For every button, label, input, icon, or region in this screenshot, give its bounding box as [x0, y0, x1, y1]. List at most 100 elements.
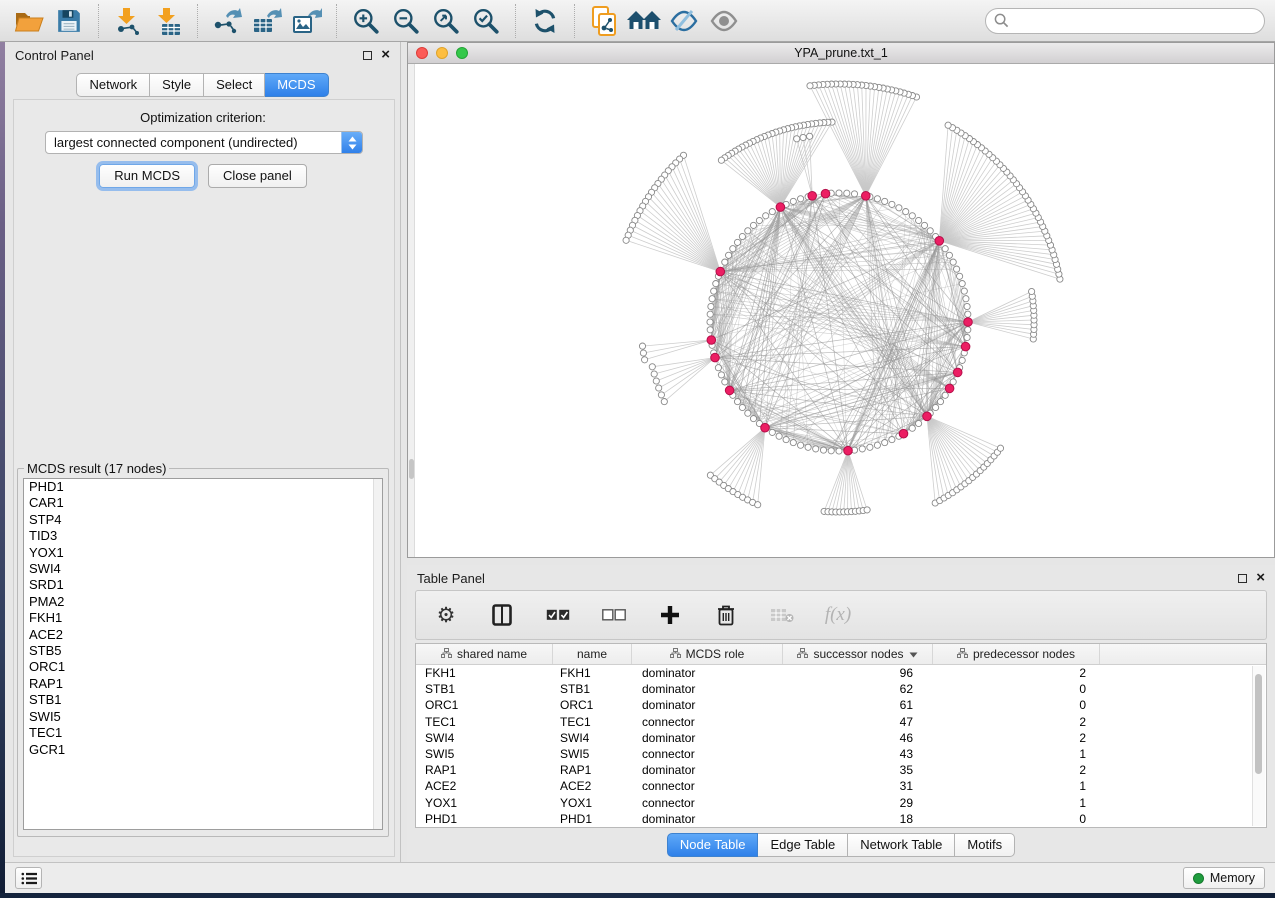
- delete-table-icon[interactable]: [769, 598, 795, 632]
- hierarchy-icon: [957, 647, 968, 661]
- control-panel: Control Panel × NetworkStyleSelectMCDS O…: [5, 42, 401, 862]
- mcds-result-item[interactable]: STB1: [24, 692, 382, 708]
- table-row[interactable]: FKH1FKH1dominator962: [416, 665, 1266, 681]
- zoom-out-icon[interactable]: [389, 4, 423, 38]
- create-column-icon[interactable]: [657, 598, 683, 632]
- save-session-icon[interactable]: [52, 4, 86, 38]
- search-box[interactable]: [985, 8, 1265, 34]
- float-panel-icon[interactable]: [363, 51, 372, 60]
- network-graph[interactable]: [408, 64, 1274, 557]
- mcds-result-item[interactable]: YOX1: [24, 545, 382, 561]
- mcds-result-item[interactable]: ACE2: [24, 627, 382, 643]
- network-canvas[interactable]: [408, 64, 1274, 557]
- network-window-titlebar[interactable]: YPA_prune.txt_1: [408, 43, 1274, 64]
- import-network-icon[interactable]: [111, 4, 145, 38]
- node-table: shared namenameMCDS rolesuccessor nodesp…: [415, 643, 1267, 828]
- mcds-result-item[interactable]: FKH1: [24, 610, 382, 626]
- deselect-all-rows-icon[interactable]: [601, 598, 627, 632]
- hierarchy-icon: [797, 647, 808, 661]
- table-row[interactable]: PHD1PHD1dominator180: [416, 811, 1266, 827]
- network-window: YPA_prune.txt_1: [407, 42, 1275, 558]
- open-session-icon[interactable]: [12, 4, 46, 38]
- optimization-select[interactable]: largest connected component (undirected): [45, 131, 363, 154]
- tab-network[interactable]: Network: [76, 73, 150, 97]
- network-scrollbar-thumb[interactable]: [409, 459, 414, 479]
- hierarchy-icon: [670, 647, 681, 661]
- network-scrollbar[interactable]: [408, 64, 415, 557]
- close-panel-button[interactable]: Close panel: [208, 164, 307, 188]
- mcds-result-item[interactable]: SWI5: [24, 709, 382, 725]
- table-scrollbar-thumb[interactable]: [1255, 674, 1262, 774]
- column-header-successor-nodes[interactable]: successor nodes: [783, 644, 933, 664]
- task-history-button[interactable]: [15, 867, 42, 889]
- table-row[interactable]: SWI5SWI5connector431: [416, 746, 1266, 762]
- node-table-header: shared namenameMCDS rolesuccessor nodesp…: [416, 644, 1266, 665]
- mcds-result-item[interactable]: RAP1: [24, 676, 382, 692]
- tab-style[interactable]: Style: [150, 73, 204, 97]
- table-row[interactable]: SWI4SWI4dominator462: [416, 730, 1266, 746]
- mcds-result-item[interactable]: CAR1: [24, 495, 382, 511]
- control-panel-tabs: NetworkStyleSelectMCDS: [5, 73, 400, 97]
- import-table-icon[interactable]: [151, 4, 185, 38]
- network-window-title: YPA_prune.txt_1: [408, 46, 1274, 60]
- mcds-result-fieldset: MCDS result (17 nodes) PHD1CAR1STP4TID3Y…: [17, 461, 389, 837]
- tab-motifs[interactable]: Motifs: [955, 833, 1015, 857]
- float-table-panel-icon[interactable]: [1238, 574, 1247, 583]
- search-input[interactable]: [1015, 13, 1256, 28]
- table-row[interactable]: STB1STB1dominator620: [416, 681, 1266, 697]
- memory-button-label: Memory: [1210, 871, 1255, 885]
- mcds-result-item[interactable]: SWI4: [24, 561, 382, 577]
- table-row[interactable]: RAP1RAP1dominator352: [416, 762, 1266, 778]
- node-table-body: FKH1FKH1dominator962STB1STB1dominator620…: [416, 665, 1266, 827]
- column-header-name[interactable]: name: [553, 644, 632, 664]
- mcds-result-item[interactable]: GCR1: [24, 742, 382, 758]
- first-neighbors-icon[interactable]: [627, 4, 661, 38]
- zoom-in-icon[interactable]: [349, 4, 383, 38]
- column-header-shared-name[interactable]: shared name: [416, 644, 553, 664]
- mcds-result-item[interactable]: STB5: [24, 643, 382, 659]
- table-panel-tabs: Node TableEdge TableNetwork TableMotifs: [407, 833, 1275, 857]
- tab-network-table[interactable]: Network Table: [848, 833, 955, 857]
- table-toolbar: ⚙ f(x): [415, 590, 1267, 640]
- show-columns-icon[interactable]: [489, 598, 515, 632]
- close-panel-icon[interactable]: ×: [381, 50, 390, 60]
- table-row[interactable]: YOX1YOX1connector291: [416, 795, 1266, 811]
- mcds-result-item[interactable]: TEC1: [24, 725, 382, 741]
- refresh-icon[interactable]: [528, 4, 562, 38]
- column-header-predecessor-nodes[interactable]: predecessor nodes: [933, 644, 1100, 664]
- mcds-result-item[interactable]: PMA2: [24, 594, 382, 610]
- export-table-icon[interactable]: [250, 4, 284, 38]
- mcds-result-item[interactable]: STP4: [24, 512, 382, 528]
- tab-node-table[interactable]: Node Table: [667, 833, 759, 857]
- table-row[interactable]: ORC1ORC1dominator610: [416, 697, 1266, 713]
- mcds-list-scrollbar[interactable]: [373, 479, 382, 829]
- mcds-result-title: MCDS result (17 nodes): [24, 461, 169, 476]
- hide-selected-icon[interactable]: [667, 4, 701, 38]
- export-network-icon[interactable]: [210, 4, 244, 38]
- run-mcds-button[interactable]: Run MCDS: [99, 164, 195, 188]
- tab-select[interactable]: Select: [204, 73, 265, 97]
- close-table-panel-icon[interactable]: ×: [1256, 573, 1265, 583]
- table-settings-gear-icon[interactable]: ⚙: [433, 598, 459, 632]
- zoom-selected-icon[interactable]: [469, 4, 503, 38]
- function-builder-icon[interactable]: f(x): [825, 598, 851, 632]
- tab-mcds[interactable]: MCDS: [265, 73, 328, 97]
- clone-network-icon[interactable]: [587, 4, 621, 38]
- control-panel-title: Control Panel: [15, 48, 94, 63]
- mcds-result-item[interactable]: TID3: [24, 528, 382, 544]
- mcds-result-list[interactable]: PHD1CAR1STP4TID3YOX1SWI4SRD1PMA2FKH1ACE2…: [23, 478, 383, 830]
- export-image-icon[interactable]: [290, 4, 324, 38]
- mcds-result-item[interactable]: PHD1: [24, 479, 382, 495]
- tab-edge-table[interactable]: Edge Table: [758, 833, 848, 857]
- table-scrollbar[interactable]: [1252, 666, 1265, 826]
- mcds-result-item[interactable]: ORC1: [24, 659, 382, 675]
- table-row[interactable]: TEC1TEC1connector472: [416, 714, 1266, 730]
- delete-column-icon[interactable]: [713, 598, 739, 632]
- show-all-icon[interactable]: [707, 4, 741, 38]
- memory-button[interactable]: Memory: [1183, 867, 1265, 889]
- column-header-MCDS-role[interactable]: MCDS role: [632, 644, 783, 664]
- mcds-result-item[interactable]: SRD1: [24, 577, 382, 593]
- table-row[interactable]: ACE2ACE2connector311: [416, 778, 1266, 794]
- zoom-fit-icon[interactable]: [429, 4, 463, 38]
- select-all-rows-icon[interactable]: [545, 598, 571, 632]
